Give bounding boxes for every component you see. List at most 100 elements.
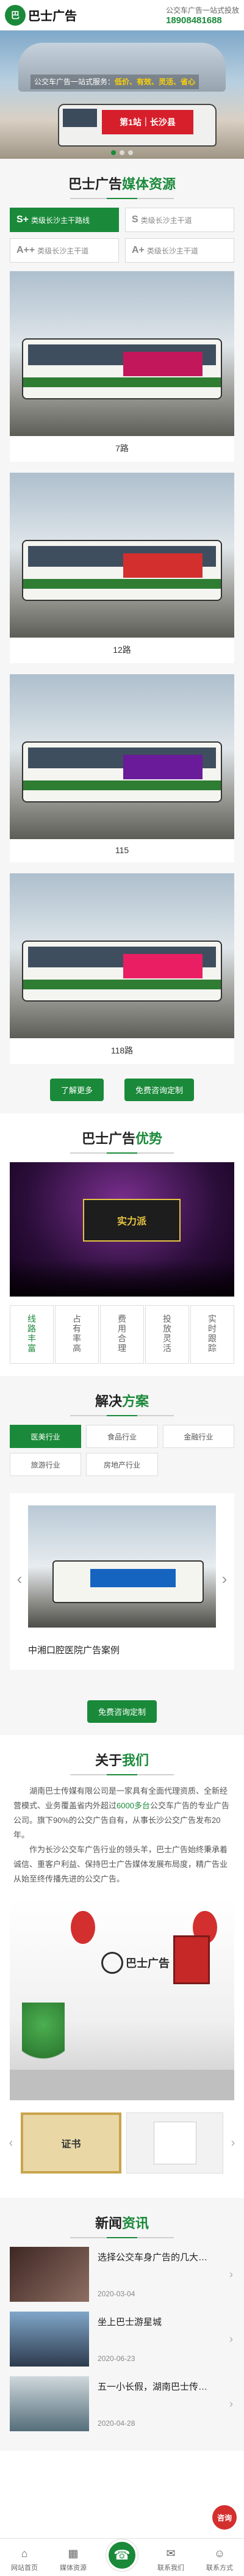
news-item[interactable]: 选择公交车身广告的几大… 2020-03-04 › — [0, 2247, 244, 2312]
resource-card[interactable]: 115 — [10, 674, 234, 862]
logo-ring-icon — [101, 1952, 123, 1974]
banner-slogan: 公交车广告一站式服务：低价、有效、灵活、省心 — [30, 75, 199, 89]
bus-stripe — [23, 780, 221, 790]
nav-media-label: 媒体资源 — [60, 2564, 87, 2572]
resource-card[interactable]: 12路 — [10, 473, 234, 663]
phone-icon[interactable]: ☎ — [106, 2539, 138, 2571]
logo[interactable]: 巴 巴士广告 — [5, 4, 96, 26]
header-contact: 公交车广告一站式投放 18908481688 — [166, 5, 239, 26]
free-consult-button[interactable]: 免费咨询定制 — [124, 1079, 195, 1101]
certificate-title: 证书 — [61, 2139, 81, 2150]
bus-shape — [52, 1560, 204, 1603]
nav-contact[interactable]: ✉ 联系我们 — [146, 2547, 195, 2572]
advantage-tab-label: 占有率高 — [72, 1314, 82, 1353]
nav-more[interactable]: ☺ 联系方式 — [195, 2547, 244, 2572]
industry-tab[interactable]: 食品行业 — [86, 1425, 158, 1448]
heading-main: 关于 — [95, 1753, 122, 1768]
advantages-photo: 实力派 — [10, 1162, 234, 1297]
case-title: 中湘口腔医院广告案例 — [28, 1645, 120, 1656]
advantage-tabs: 线路丰富 占有率高 费用合理 投放灵活 实时跟踪 — [10, 1305, 234, 1364]
tab-prefix: S — [132, 214, 138, 225]
resource-tab-3[interactable]: A++ 类级长沙主干道 — [10, 238, 119, 263]
banner-pagination[interactable] — [0, 150, 244, 155]
consult-float-button[interactable]: 咨询 — [212, 2505, 237, 2530]
advantage-tab[interactable]: 实时跟踪 — [190, 1305, 234, 1364]
logo-text: 巴士广告 — [28, 10, 77, 23]
case-card[interactable]: ‹ 中湘口腔医院广告案例 › — [10, 1493, 234, 1670]
route-caption: 12路 — [113, 645, 131, 655]
about-section: 关于我们 湖南巴士传媒有限公司是一家具有全面代理资质、全新经营模式、业务覆盖省内… — [0, 1735, 244, 2198]
heading-highlight: 资讯 — [122, 2216, 149, 2231]
heading-main: 解决 — [95, 1394, 122, 1409]
banner-bus-image: 第1站｜长沙县 — [58, 104, 217, 147]
about-heading: 关于我们 — [95, 1750, 149, 1769]
industry-tab[interactable]: 旅游行业 — [10, 1453, 82, 1476]
banner-slogan-highlight: 低价、有效、灵活、省心 — [115, 78, 196, 86]
bus-stripe — [23, 579, 221, 589]
solutions-button-wrap: 免费咨询定制 — [0, 1670, 244, 1723]
chevron-right-icon[interactable]: › — [217, 1566, 232, 1591]
hero-banner[interactable]: 公交车广告一站式服务：低价、有效、灵活、省心 第1站｜长沙县 — [0, 31, 244, 159]
bus-shape — [22, 741, 222, 802]
resource-tab-4[interactable]: A+ 类级长沙主干道 — [125, 238, 234, 263]
bus-photo — [10, 674, 234, 839]
section-title: 巴士广告媒体资源 — [0, 159, 244, 208]
advantage-tab[interactable]: 投放灵活 — [145, 1305, 189, 1364]
media-resources-section: 巴士广告媒体资源 S+ 类级长沙主干路线 S 类级长沙主干道 A++ 类级长沙主干道 … — [0, 159, 244, 1113]
about-paragraph: 湖南巴士传媒有限公司是一家具有全面代理资质、全新经营模式、业务覆盖省内外超过60… — [0, 1784, 244, 1843]
chevron-left-icon[interactable]: ‹ — [12, 1566, 27, 1591]
bus-stripe — [23, 980, 221, 989]
section-title: 新闻资讯 — [0, 2198, 244, 2247]
header-phone[interactable]: 18908481688 — [166, 15, 239, 26]
news-item[interactable]: 坐上巴士游星城 2020-06-23 › — [0, 2312, 244, 2376]
route-caption: 7路 — [115, 443, 129, 453]
bus-shape — [22, 540, 222, 601]
lantern-icon — [71, 1911, 95, 1944]
chevron-right-icon: › — [229, 2268, 233, 2280]
industry-tab[interactable]: 医美行业 — [10, 1425, 82, 1448]
bus-photo — [10, 271, 234, 436]
industry-tab[interactable]: 房地产行业 — [86, 1453, 158, 1476]
learn-more-button[interactable]: 了解更多 — [49, 1079, 104, 1101]
nav-home[interactable]: ⌂ 网站首页 — [0, 2547, 49, 2572]
news-item[interactable]: 五一小长假，湖南巴士传… 2020-04-28 › — [0, 2376, 244, 2441]
heading-main: 巴士广告 — [81, 1131, 135, 1146]
banner-slogan-text: 公交车广告一站式服务： — [34, 78, 115, 86]
free-consult-button[interactable]: 免费咨询定制 — [87, 1700, 157, 1723]
resources-heading: 巴士广告媒体资源 — [68, 173, 176, 193]
mail-icon: ✉ — [166, 2547, 176, 2560]
decor-panel — [173, 1935, 210, 1984]
route-caption: 118路 — [110, 1046, 134, 1055]
resource-tab-2[interactable]: S 类级长沙主干道 — [125, 208, 234, 232]
banner-dot-2[interactable] — [120, 150, 124, 155]
title-divider — [70, 1152, 174, 1154]
industry-tab[interactable]: 金融行业 — [162, 1425, 234, 1448]
advantages-heading: 巴士广告优势 — [82, 1128, 162, 1148]
chevron-left-icon[interactable]: ‹ — [6, 2136, 16, 2150]
bottom-nav: ⌂ 网站首页 ▦ 媒体资源 ☎ ✉ 联系我们 ☺ 联系方式 — [0, 2538, 244, 2576]
bus-ad: 第1站｜长沙县 — [102, 110, 193, 134]
nav-media[interactable]: ▦ 媒体资源 — [49, 2547, 98, 2572]
tab-label: 类级长沙主干路线 — [31, 216, 90, 225]
tab-prefix: A++ — [16, 245, 35, 255]
news-title: 坐上巴士游星城 — [98, 2317, 162, 2327]
header-subtitle: 公交车广告一站式投放 — [165, 5, 239, 15]
news-section: 新闻资讯 选择公交车身广告的几大… 2020-03-04 › 坐上巴士游星城 2… — [0, 2198, 244, 2451]
advantage-tab[interactable]: 占有率高 — [55, 1305, 99, 1364]
wall-logo-text: 巴士广告 — [126, 1957, 170, 1970]
resource-card[interactable]: 118路 — [10, 873, 234, 1064]
advantage-tab[interactable]: 线路丰富 — [10, 1305, 54, 1364]
section-title: 巴士广告优势 — [0, 1113, 244, 1162]
banner-dot-1[interactable] — [111, 150, 116, 155]
banner-dot-3[interactable] — [128, 150, 133, 155]
certificate[interactable] — [126, 2112, 223, 2174]
resource-tab-1[interactable]: S+ 类级长沙主干路线 — [10, 208, 119, 232]
news-body: 五一小长假，湖南巴士传… 2020-04-28 — [98, 2376, 234, 2431]
nav-call[interactable]: ☎ — [98, 2539, 146, 2572]
bus-ad-panel — [123, 954, 203, 978]
title-divider — [70, 2237, 174, 2238]
certificate[interactable]: 证书 — [21, 2112, 121, 2174]
advantage-tab[interactable]: 费用合理 — [100, 1305, 144, 1364]
resource-card[interactable]: 7路 — [10, 271, 234, 462]
chevron-right-icon[interactable]: › — [228, 2136, 238, 2150]
